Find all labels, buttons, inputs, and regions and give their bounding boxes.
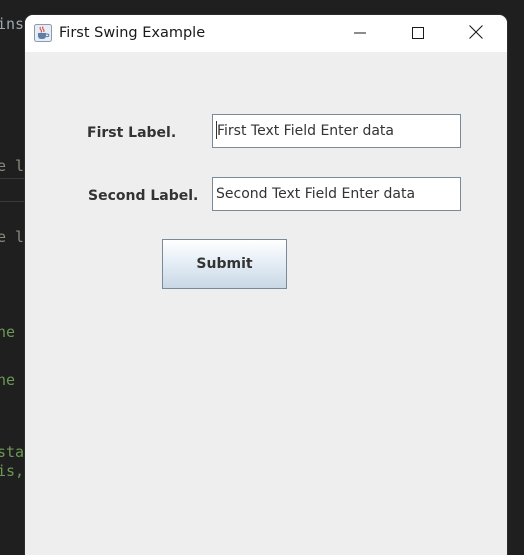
submit-button[interactable]: Submit — [162, 239, 287, 289]
java-cup-icon[interactable] — [34, 24, 52, 42]
background-code-line: e l — [0, 157, 25, 175]
background-code-line: he — [0, 371, 16, 389]
second-text-field-value: Second Text Field Enter data — [216, 186, 416, 202]
first-label: First Label. — [87, 125, 177, 141]
background-code-line: is, — [0, 462, 25, 480]
window-title: First Swing Example — [59, 25, 206, 41]
submit-button-label: Submit — [196, 256, 253, 272]
close-icon — [469, 24, 483, 43]
close-button[interactable] — [447, 15, 505, 52]
maximize-button[interactable] — [389, 15, 447, 52]
title-bar[interactable]: First Swing Example — [25, 15, 507, 52]
text-caret — [216, 121, 217, 139]
background-code-line: e l — [0, 228, 25, 246]
second-text-field[interactable]: Second Text Field Enter data — [212, 177, 461, 211]
maximize-icon — [412, 24, 424, 43]
swing-window: First Swing Example First Label. First T… — [25, 15, 507, 555]
second-label: Second Label. — [88, 188, 199, 204]
minimize-icon — [354, 24, 366, 43]
background-code-line: sta — [0, 443, 25, 461]
content-pane: First Label. First Text Field Enter data… — [25, 52, 507, 555]
first-text-field[interactable]: First Text Field Enter data — [212, 114, 461, 148]
background-code-line: he — [0, 323, 16, 341]
minimize-button[interactable] — [331, 15, 389, 52]
first-text-field-value: First Text Field Enter data — [217, 123, 395, 139]
background-code-line: ins — [0, 15, 25, 33]
